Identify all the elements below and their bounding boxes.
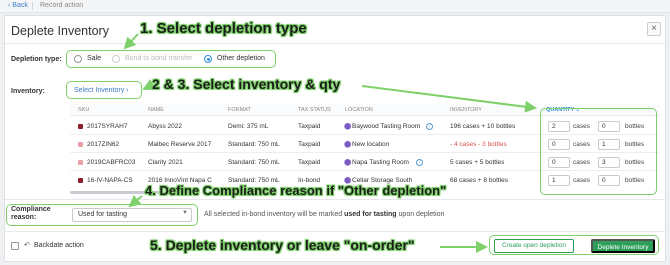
breadcrumb-record-action[interactable]: Record action: [40, 0, 83, 12]
compliance-note-prefix: All selected in-bond inventory will be m…: [204, 211, 345, 218]
top-bar: ‹ Back Record action: [0, 0, 670, 13]
compliance-note-bold: used for tasting: [344, 211, 397, 218]
radio-other-depletion-label[interactable]: Other depletion: [217, 55, 265, 62]
help-icon[interactable]: ?: [426, 123, 433, 130]
row-inventory: 196 cases + 10 bottles: [450, 123, 516, 130]
compliance-reason-value[interactable]: Used for tasting: [78, 211, 127, 218]
divider: [5, 231, 665, 232]
row-location: Napa Tasting Room: [352, 159, 409, 166]
row-name: Abyss 2022: [148, 123, 182, 130]
compliance-note-suffix: upon depletion: [396, 211, 445, 218]
annotation-step-4: 4. Define Compliance reason if "Other de…: [145, 183, 447, 198]
row-sku: 2017ZIN62: [87, 141, 120, 148]
radio-bond-transfer-label: Bond to bond transfer: [125, 55, 193, 62]
help-icon[interactable]: ?: [416, 159, 423, 166]
location-pin-icon: ⬤: [344, 123, 352, 130]
row-format: Standard: 750 mL: [228, 159, 280, 166]
col-header-location: LOCATION: [345, 107, 373, 113]
back-link[interactable]: ‹ Back: [8, 0, 28, 12]
row-inventory: 5 cases + 5 bottles: [450, 159, 505, 166]
row-location: Baywood Tasting Room: [352, 123, 421, 130]
page-title: Deplete Inventory: [11, 24, 109, 38]
row-format: Demi: 375 mL: [228, 123, 269, 130]
deplete-inventory-button[interactable]: Deplete Inventory: [591, 239, 655, 253]
col-header-format: FORMAT: [228, 107, 251, 113]
row-format: Standard: 750 mL: [228, 141, 280, 148]
col-header-inventory: INVENTORY: [450, 107, 482, 113]
inventory-label: Inventory:: [11, 88, 45, 95]
row-location: New location: [352, 141, 390, 148]
radio-other-depletion[interactable]: [204, 55, 212, 63]
annotation-step-2-3: 2 & 3. Select inventory & qty: [152, 76, 341, 92]
wine-color-swatch: [78, 160, 83, 165]
select-inventory-link[interactable]: Select Inventory ›: [74, 87, 128, 94]
row-tax-status: Taxpaid: [298, 123, 321, 130]
topbar-divider: [32, 2, 33, 10]
backdate-checkbox[interactable]: [11, 242, 19, 250]
row-sku: 16-IV-NAPA-CS: [87, 177, 133, 184]
radio-sale-label[interactable]: Sale: [87, 55, 101, 62]
backdate-arrow-icon: ↶: [24, 242, 30, 249]
radio-bond-transfer: [112, 55, 120, 63]
chevron-down-icon[interactable]: ▼: [182, 210, 188, 216]
quantity-highlight: [540, 108, 657, 195]
compliance-label-line2: reason:: [11, 214, 37, 221]
radio-sale[interactable]: [74, 55, 82, 63]
wine-color-swatch: [78, 142, 83, 147]
divider: [5, 199, 665, 200]
location-pin-icon: ⬤: [344, 159, 352, 166]
depletion-type-label: Depletion type:: [11, 56, 62, 63]
close-icon[interactable]: ×: [647, 22, 661, 36]
create-open-depletion-button[interactable]: Create open depletion: [494, 239, 574, 253]
compliance-note: All selected in-bond inventory will be m…: [204, 211, 444, 218]
col-header-name: NAME: [148, 107, 164, 113]
row-sku: 2019CABFRC03: [87, 159, 136, 166]
row-tax-status: Taxpaid: [298, 141, 321, 148]
location-pin-icon: ⬤: [344, 141, 352, 148]
annotation-step-5: 5. Deplete inventory or leave "on-order": [150, 237, 415, 253]
row-sku: 2017SYRAH7: [87, 123, 128, 130]
wine-color-swatch: [78, 178, 83, 183]
row-inventory: - 4 cases - 3 bottles: [450, 141, 507, 148]
col-header-sku: SKU: [78, 107, 90, 113]
backdate-label[interactable]: Backdate action: [34, 242, 84, 249]
row-name: Clarity 2021: [148, 159, 183, 166]
wine-color-swatch: [78, 124, 83, 129]
divider: [5, 43, 665, 44]
col-header-tax-status: TAX STATUS: [298, 107, 331, 113]
row-name: Malbec Reserve 2017: [148, 141, 212, 148]
compliance-label-line1: Compliance: [11, 206, 51, 213]
row-tax-status: Taxpaid: [298, 159, 321, 166]
compliance-reason-label: Compliance reason:: [11, 206, 51, 222]
annotation-step-1: 1. Select depletion type: [140, 20, 307, 37]
row-inventory: 68 cases + 8 bottles: [450, 177, 508, 184]
